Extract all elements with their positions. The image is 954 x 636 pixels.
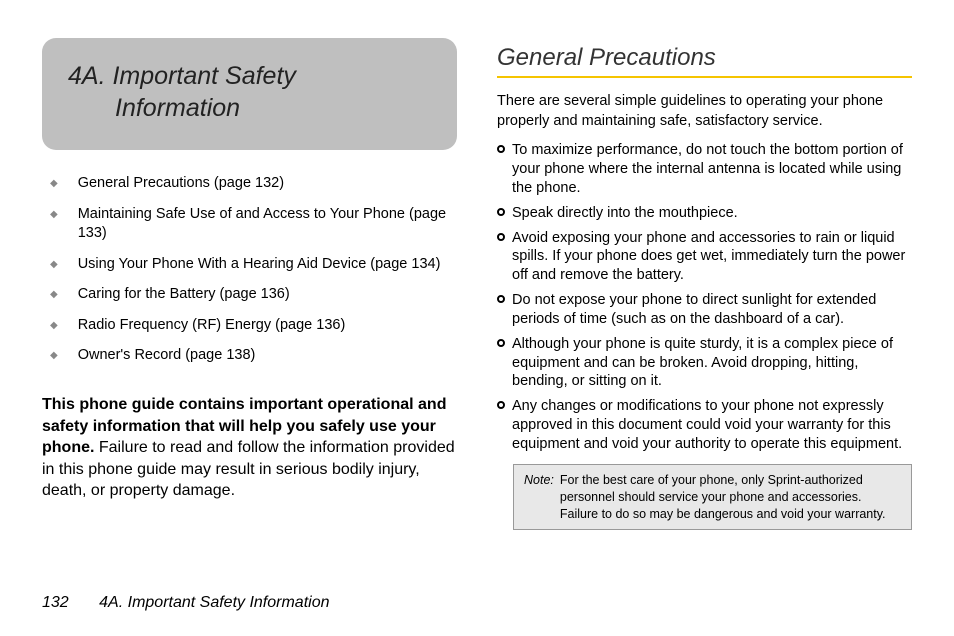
intro-text: There are several simple guidelines to o… xyxy=(497,92,912,131)
right-heading: General Precautions xyxy=(497,44,912,72)
list-item: Avoid exposing your phone and accessorie… xyxy=(497,229,912,286)
bullet-icon xyxy=(497,233,505,241)
diamond-icon: ◆ xyxy=(50,288,58,302)
toc-text: Radio Frequency (RF) Energy (page 136) xyxy=(78,316,346,336)
note-label: Note: xyxy=(524,472,554,523)
section-title-block: 4A. Important Safety Information xyxy=(42,38,457,150)
list-item: Although your phone is quite sturdy, it … xyxy=(497,335,912,392)
bullet-icon xyxy=(497,401,505,409)
toc-text: General Precautions (page 132) xyxy=(78,174,284,194)
section-title-line2: Information xyxy=(68,92,431,124)
warning-paragraph: This phone guide contains important oper… xyxy=(42,394,457,502)
page-columns: 4A. Important Safety Information ◆ Genera… xyxy=(42,38,912,530)
list-item: To maximize performance, do not touch th… xyxy=(497,141,912,198)
toc-text: Maintaining Safe Use of and Access to Yo… xyxy=(78,205,457,244)
section-number: 4A. xyxy=(68,62,106,90)
toc-text: Owner's Record (page 138) xyxy=(78,346,256,366)
bullet-icon xyxy=(497,145,505,153)
section-title: 4A. Important Safety Information xyxy=(68,60,431,124)
toc-item: ◆ Radio Frequency (RF) Energy (page 136) xyxy=(50,316,457,336)
bullet-text: Any changes or modifications to your pho… xyxy=(512,397,912,454)
yellow-divider xyxy=(497,76,912,78)
bullet-icon xyxy=(497,208,505,216)
footer-title: 4A. Important Safety Information xyxy=(99,594,329,611)
toc-item: ◆ Caring for the Battery (page 136) xyxy=(50,285,457,305)
left-column: 4A. Important Safety Information ◆ Genera… xyxy=(42,38,457,530)
diamond-icon: ◆ xyxy=(50,177,58,191)
bullet-icon xyxy=(497,295,505,303)
toc-item: ◆ Owner's Record (page 138) xyxy=(50,346,457,366)
list-item: Any changes or modifications to your pho… xyxy=(497,397,912,454)
diamond-icon: ◆ xyxy=(50,258,58,272)
toc-text: Caring for the Battery (page 136) xyxy=(78,285,290,305)
page-footer: 132 4A. Important Safety Information xyxy=(42,594,330,612)
note-text: For the best care of your phone, only Sp… xyxy=(560,472,901,523)
toc-text: Using Your Phone With a Hearing Aid Devi… xyxy=(78,255,441,275)
toc-item: ◆ Maintaining Safe Use of and Access to Y… xyxy=(50,205,457,244)
bullet-icon xyxy=(497,339,505,347)
diamond-icon: ◆ xyxy=(50,208,58,222)
page-number: 132 xyxy=(42,594,69,611)
section-title-line1: Important Safety xyxy=(112,62,295,90)
diamond-icon: ◆ xyxy=(50,349,58,363)
right-column: General Precautions There are several si… xyxy=(497,38,912,530)
diamond-icon: ◆ xyxy=(50,319,58,333)
bullet-text: Although your phone is quite sturdy, it … xyxy=(512,335,912,392)
bullet-text: Speak directly into the mouthpiece. xyxy=(512,204,738,223)
warning-rest: Failure to read and follow the informati… xyxy=(42,439,455,499)
toc-list: ◆ General Precautions (page 132) ◆ Maintai… xyxy=(42,174,457,366)
bullet-text: To maximize performance, do not touch th… xyxy=(512,141,912,198)
bullet-text: Do not expose your phone to direct sunli… xyxy=(512,291,912,329)
list-item: Speak directly into the mouthpiece. xyxy=(497,204,912,223)
toc-item: ◆ Using Your Phone With a Hearing Aid Dev… xyxy=(50,255,457,275)
toc-item: ◆ General Precautions (page 132) xyxy=(50,174,457,194)
list-item: Do not expose your phone to direct sunli… xyxy=(497,291,912,329)
note-box: Note: For the best care of your phone, o… xyxy=(513,464,912,531)
bullet-text: Avoid exposing your phone and accessorie… xyxy=(512,229,912,286)
precautions-list: To maximize performance, do not touch th… xyxy=(497,141,912,454)
